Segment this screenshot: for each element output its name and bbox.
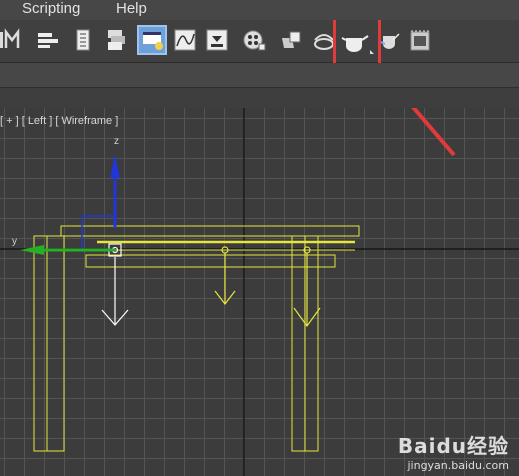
ribbon-icon[interactable]: [136, 20, 168, 62]
menu-help[interactable]: Help: [116, 0, 147, 18]
mirror-icon[interactable]: [0, 20, 28, 62]
render-iterative-icon[interactable]: [378, 20, 404, 62]
watermark-url: jingyan.baidu.com: [407, 459, 509, 472]
axis-z-label: z: [114, 136, 119, 147]
command-strip: [0, 63, 519, 88]
viewport-header: [0, 88, 519, 108]
scene-explorer-icon[interactable]: [72, 20, 94, 62]
align-icon[interactable]: [32, 20, 62, 62]
main-toolbar: [0, 20, 519, 73]
schematic-view-icon[interactable]: [204, 20, 230, 62]
left-viewport[interactable]: [ + ] [ Left ] [ Wireframe ] y z Baidu经验…: [0, 108, 519, 476]
axis-y-label: y: [12, 236, 17, 247]
wireframe-scene: [0, 108, 519, 476]
render-to-texture-icon[interactable]: [408, 20, 434, 62]
watermark-logo: Baidu经验: [397, 434, 509, 458]
watermark: Baidu经验 jingyan.baidu.com: [398, 430, 509, 472]
layer-manager-icon[interactable]: [102, 20, 130, 62]
render-setup-icon[interactable]: [278, 20, 304, 62]
material-editor-icon[interactable]: [240, 20, 270, 62]
curve-editor-icon[interactable]: [172, 20, 198, 62]
menu-bar: Scripting Help: [0, 0, 519, 20]
menu-scripting[interactable]: Scripting: [22, 0, 80, 18]
